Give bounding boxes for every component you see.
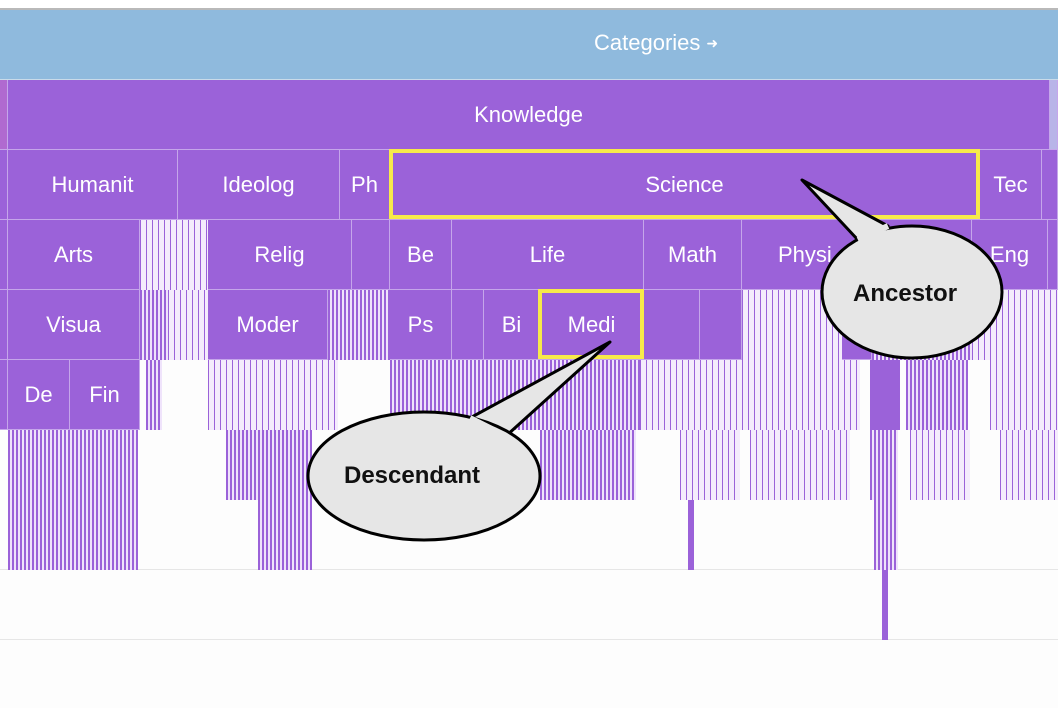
segment-l4-edge[interactable] bbox=[0, 290, 8, 360]
segment-l5-hatch-c[interactable] bbox=[390, 360, 640, 430]
segment-l4-hatch-d[interactable] bbox=[742, 290, 842, 360]
segment-l6-hatch-d[interactable] bbox=[540, 430, 636, 500]
label-visual: Visua bbox=[46, 311, 101, 337]
segment-science[interactable]: Science bbox=[390, 150, 980, 220]
label-knowledge: Knowledge bbox=[474, 101, 583, 127]
segment-l3-right[interactable] bbox=[1048, 220, 1058, 290]
segment-l7-strip-a[interactable] bbox=[688, 500, 694, 570]
level-1-row: Knowledge bbox=[0, 80, 1058, 150]
segment-biology[interactable]: Bi bbox=[484, 290, 540, 360]
segment-ideology[interactable]: Ideolog bbox=[178, 150, 340, 220]
segment-psychology[interactable]: Ps bbox=[390, 290, 452, 360]
segment-l6-hatch-e[interactable] bbox=[680, 430, 740, 500]
segment-arts[interactable]: Arts bbox=[8, 220, 140, 290]
segment-l3-edge[interactable] bbox=[0, 220, 8, 290]
label-physical: Physi bbox=[778, 241, 832, 267]
segment-right-edge[interactable] bbox=[1050, 80, 1058, 150]
level-6-row bbox=[0, 430, 1058, 500]
descendant-label: Descendant bbox=[344, 462, 481, 489]
segment-l4-hatch-a[interactable] bbox=[140, 290, 168, 360]
label-technology: Tec bbox=[993, 171, 1028, 197]
segment-design[interactable]: De bbox=[8, 360, 70, 430]
segment-l5-hatch-d[interactable] bbox=[640, 360, 860, 430]
segment-l2-edge[interactable] bbox=[0, 150, 8, 220]
label-humanities: Humanit bbox=[51, 171, 134, 197]
label-philosophy: Ph bbox=[351, 171, 378, 197]
arrow-right-icon: ➜ bbox=[706, 34, 719, 51]
segment-fine[interactable]: Fin bbox=[70, 360, 140, 430]
segment-l3-small-a[interactable] bbox=[140, 220, 208, 290]
segment-modern[interactable]: Moder bbox=[208, 290, 328, 360]
segment-l5-edge[interactable] bbox=[0, 360, 8, 430]
segment-l5-strip[interactable] bbox=[870, 360, 900, 430]
segment-l6-hatch-g[interactable] bbox=[870, 430, 898, 500]
segment-l4-hatch-b[interactable] bbox=[168, 290, 208, 360]
segment-l5-hatch-e[interactable] bbox=[906, 360, 968, 430]
label-medicine: Medi bbox=[567, 311, 616, 337]
segment-l5-hatch-b[interactable] bbox=[208, 360, 338, 430]
label-math: Math bbox=[668, 241, 717, 267]
ancestor-label: Ancestor bbox=[853, 280, 958, 307]
level-7-row bbox=[0, 500, 1058, 570]
level-5-row: De Fin bbox=[0, 360, 1058, 430]
segment-engineering[interactable]: Eng bbox=[972, 220, 1048, 290]
level-2-row: Humanit Ideolog Ph Science Tec bbox=[0, 150, 1058, 220]
segment-l2-right[interactable] bbox=[1042, 150, 1058, 220]
segment-l7-hatch-c[interactable] bbox=[874, 500, 898, 570]
categories-header[interactable]: Categories ➜ bbox=[0, 10, 1058, 80]
segment-life[interactable]: Life bbox=[452, 220, 644, 290]
segment-l7-hatch-a[interactable] bbox=[8, 500, 138, 570]
segment-behavioral[interactable]: Be bbox=[390, 220, 452, 290]
segment-l6-hatch-b[interactable] bbox=[226, 430, 312, 500]
label-modern: Moder bbox=[236, 311, 299, 337]
label-engineering: Eng bbox=[989, 241, 1030, 267]
segment-l5-hatch-a[interactable] bbox=[146, 360, 162, 430]
segment-medicine[interactable]: Medi bbox=[540, 290, 644, 360]
segment-l4-small[interactable] bbox=[452, 290, 484, 360]
segment-l4-d[interactable] bbox=[644, 290, 700, 360]
label-fine: Fin bbox=[89, 381, 120, 407]
segment-l7-hatch-b[interactable] bbox=[258, 500, 312, 570]
label-behavioral: Be bbox=[407, 241, 434, 267]
label-psychology: Ps bbox=[407, 311, 434, 337]
segment-visual[interactable]: Visua bbox=[8, 290, 140, 360]
label-arts: Arts bbox=[53, 241, 94, 267]
segment-left-edge[interactable] bbox=[0, 80, 8, 150]
segment-l6-hatch-h[interactable] bbox=[910, 430, 970, 500]
segment-l4-e[interactable] bbox=[700, 290, 742, 360]
segment-l8-strip[interactable] bbox=[882, 570, 888, 640]
categories-title: Categories bbox=[594, 30, 701, 55]
segment-l5-hatch-f[interactable] bbox=[990, 360, 1058, 430]
segment-religion[interactable]: Relig bbox=[208, 220, 352, 290]
segment-technology[interactable]: Tec bbox=[980, 150, 1042, 220]
segment-math[interactable]: Math bbox=[644, 220, 742, 290]
label-life: Life bbox=[529, 241, 566, 267]
segment-philosophy[interactable]: Ph bbox=[340, 150, 390, 220]
segment-knowledge[interactable]: Knowledge bbox=[8, 80, 1050, 150]
segment-humanities[interactable]: Humanit bbox=[8, 150, 178, 220]
segment-l6-hatch-f[interactable] bbox=[750, 430, 850, 500]
segment-l4-hatch-c[interactable] bbox=[328, 290, 390, 360]
segment-l4-hatch-f[interactable] bbox=[972, 290, 1058, 360]
label-ideology: Ideolog bbox=[222, 171, 295, 197]
level-8-row bbox=[0, 570, 1058, 640]
label-religion: Relig bbox=[254, 241, 305, 267]
label-biology: Bi bbox=[501, 311, 522, 337]
top-border bbox=[0, 0, 1058, 10]
label-design: De bbox=[24, 381, 53, 407]
segment-l6-hatch-i[interactable] bbox=[1000, 430, 1058, 500]
label-science: Science bbox=[645, 171, 724, 197]
segment-l6-hatch-a[interactable] bbox=[8, 430, 138, 500]
segment-l3-small-b[interactable] bbox=[352, 220, 390, 290]
